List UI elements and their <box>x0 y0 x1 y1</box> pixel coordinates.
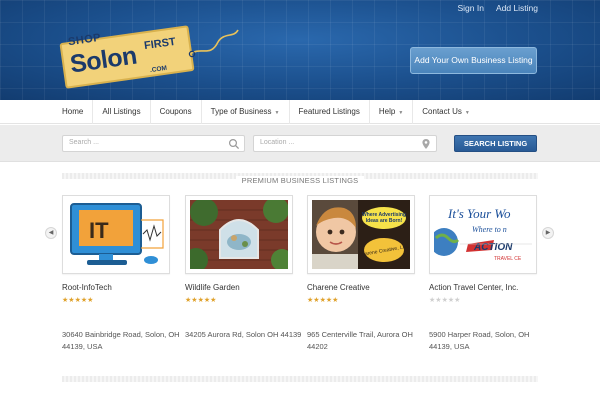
listing-address: 30640 Bainbridge Road, Solon, OH 44139, … <box>62 330 180 351</box>
travel-brand-text: ACTION <box>473 242 513 253</box>
location-search-input[interactable]: Location ... <box>253 135 437 152</box>
listing-rating-stars: ★★★★★ <box>307 296 415 304</box>
star-icon: ★ <box>210 297 217 304</box>
listing-card: IT Root-InfoTech ★★★★★ 30640 Bainbridge … <box>62 195 180 351</box>
charene-creative-image: Where Advertising Ideas are Born! Charen… <box>312 200 410 269</box>
travel-sub-text: TRAVEL CE <box>494 256 522 262</box>
nav-item-home[interactable]: Home <box>62 100 94 124</box>
listing-rating-stars: ★★★★★ <box>185 296 293 304</box>
wildlife-garden-image <box>190 200 288 269</box>
nav-item-label: Home <box>62 107 84 116</box>
listing-title[interactable]: Root-InfoTech <box>62 283 170 292</box>
site-header: Sign In Add Listing SHOP Solon FIRST .CO… <box>0 0 600 100</box>
nav-item-featured-listings[interactable]: Featured Listings <box>299 100 370 124</box>
section-title-wrap: PREMIUM BUSINESS LISTINGS <box>0 170 600 188</box>
listing-title[interactable]: Action Travel Center, Inc. <box>429 283 537 292</box>
travel-subline-text: Where to n <box>472 225 507 234</box>
search-icon <box>228 138 240 150</box>
listing-rating-stars: ★★★★★ <box>62 296 170 304</box>
listing-title[interactable]: Charene Creative <box>307 283 415 292</box>
carousel-prev-button[interactable]: ◀ <box>45 227 57 239</box>
nav-item-type-of-business[interactable]: Type of Business ▼ <box>211 100 290 124</box>
add-listing-link[interactable]: Add Listing <box>496 3 538 15</box>
chevron-down-icon: ▼ <box>274 110 280 116</box>
nav-item-label: Type of Business <box>210 107 272 116</box>
star-icon: ★ <box>87 297 94 304</box>
carousel-next-button[interactable]: ▶ <box>542 227 554 239</box>
listing-address: 5900 Harper Road, Solon, OH 44139, USA <box>429 330 530 351</box>
listing-rating-stars: ★★★★★ <box>429 296 537 304</box>
top-links: Sign In Add Listing <box>457 3 538 15</box>
sign-in-link[interactable]: Sign In <box>457 3 483 15</box>
action-travel-image: It's Your Wo Where to n ACTION TRAVEL CE <box>434 200 532 269</box>
listing-thumbnail[interactable] <box>185 195 293 274</box>
site-logo[interactable]: SHOP Solon FIRST .COM <box>59 25 240 89</box>
star-icon: ★ <box>454 297 461 304</box>
listing-card: Where Advertising Ideas are Born! Charen… <box>307 195 415 351</box>
listing-thumbnail[interactable]: IT <box>62 195 170 274</box>
listing-card: Wildlife Garden ★★★★★ 34205 Aurora Rd, S… <box>185 195 301 339</box>
listing-card: It's Your Wo Where to n ACTION TRAVEL CE… <box>429 195 537 351</box>
location-pin-icon <box>422 139 430 149</box>
nav-item-label: All Listings <box>102 107 141 116</box>
listing-address: 34205 Aurora Rd, Solon OH 44139 <box>185 330 302 339</box>
tag-string-icon <box>188 29 239 58</box>
search-listing-button[interactable]: SEARCH LISTING <box>454 135 537 152</box>
it-computer-image: IT <box>70 203 164 265</box>
nav-item-label: Help <box>378 107 396 116</box>
listing-thumbnail[interactable]: Where Advertising Ideas are Born! Charen… <box>307 195 415 274</box>
location-search-placeholder: Location ... <box>260 139 295 146</box>
section-title: PREMIUM BUSINESS LISTINGS <box>235 176 365 185</box>
star-icon: ★ <box>332 297 339 304</box>
chevron-down-icon: ▼ <box>398 110 404 116</box>
add-business-listing-button[interactable]: Add Your Own Business Listing <box>410 47 537 74</box>
nav-item-contact-us[interactable]: Contact Us ▼ <box>422 100 479 124</box>
main-nav: Home All Listings Coupons Type of Business ▼… <box>0 100 600 124</box>
listing-title[interactable]: Wildlife Garden <box>185 283 293 292</box>
main-nav-items: Home All Listings Coupons Type of Business ▼… <box>62 100 488 124</box>
travel-headline-text: It's Your Wo <box>447 206 511 221</box>
nav-item-help[interactable]: Help ▼ <box>378 100 414 124</box>
keyword-search-placeholder: Search ... <box>69 139 99 146</box>
nav-item-label: Coupons <box>159 107 192 116</box>
listing-thumbnail[interactable]: It's Your Wo Where to n ACTION TRAVEL CE <box>429 195 537 274</box>
keyword-search-input[interactable]: Search ... <box>62 135 245 152</box>
nav-item-coupons[interactable]: Coupons <box>160 100 202 124</box>
nav-item-label: Contact Us <box>422 107 462 116</box>
listing-address: 965 Centerville Trail, Aurora OH 44202 <box>307 330 413 351</box>
search-bar: Search ... Location ... SEARCH LISTING <box>0 125 600 162</box>
svg-text:Ideas are Born!: Ideas are Born! <box>366 218 403 224</box>
footer-divider <box>62 376 538 382</box>
chevron-down-icon: ▼ <box>464 110 470 116</box>
nav-item-all-listings[interactable]: All Listings <box>102 100 151 124</box>
nav-item-label: Featured Listings <box>298 107 360 116</box>
it-logo-text: IT <box>89 218 109 243</box>
